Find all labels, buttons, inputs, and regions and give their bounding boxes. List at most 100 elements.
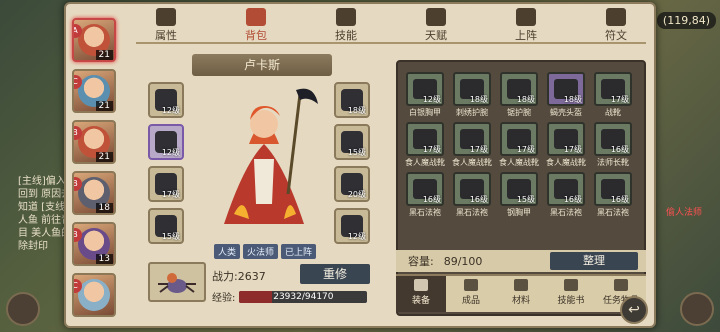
bag-item[interactable]: 16级 法师长靴 [592, 122, 634, 168]
item-name: 黑石法袍 [550, 208, 582, 217]
bag-item[interactable]: 16级 黑石法袍 [592, 172, 634, 218]
pet-slot[interactable] [148, 262, 206, 302]
item-icon: 17级 [547, 122, 585, 156]
equipment-slot[interactable]: 15级 [334, 124, 370, 160]
character-card[interactable]: C [72, 273, 116, 317]
organize-button[interactable]: 整理 [550, 252, 638, 270]
item-name: 食人魔战靴 [405, 158, 445, 167]
item-icon: 12级 [406, 72, 444, 106]
character-level: 21 [95, 50, 113, 60]
item-icon: 15级 [500, 172, 538, 206]
tab-label: 背包 [245, 29, 267, 42]
equipment-level: 17级 [161, 190, 180, 199]
bag-item[interactable]: 18级 刺绣护腕 [451, 72, 493, 118]
bag-item[interactable]: 18级 蝎壳头盔 [545, 72, 587, 118]
item-level: 17级 [610, 95, 629, 104]
item-level: 15级 [516, 195, 535, 204]
equipment-slot[interactable]: 12级 [334, 208, 370, 244]
bag-item[interactable]: 17级 食人魔战靴 [404, 122, 446, 168]
rebuild-button[interactable]: 重修 [300, 264, 370, 284]
bag-item[interactable]: 15级 钢胸甲 [498, 172, 540, 218]
equipment-slot[interactable]: 15级 [148, 208, 184, 244]
rune-icon [606, 8, 626, 26]
equipment-slot[interactable]: 18级 [334, 82, 370, 118]
bag-item[interactable]: 17级 食人魔战靴 [545, 122, 587, 168]
equipment-slot[interactable]: 12级 [148, 82, 184, 118]
item-level: 18级 [516, 95, 535, 104]
item-level: 17级 [469, 145, 488, 154]
item-name: 钢胸甲 [507, 208, 531, 217]
tab-label: 技能 [335, 29, 357, 42]
item-icon: 17级 [500, 122, 538, 156]
bag-tab[interactable]: 技能书 [546, 276, 596, 312]
character-card[interactable]: B 18 [72, 171, 116, 215]
tab-eye[interactable]: 天赋 [406, 8, 466, 42]
tab-label: 属性 [155, 29, 177, 42]
capacity-row: 容量: 89/100 整理 [396, 250, 646, 272]
hero-portrait [224, 88, 318, 224]
menu-icon[interactable] [6, 292, 40, 326]
bag-tab-label: 技能书 [557, 296, 585, 306]
tab-rune[interactable]: 符文 [586, 8, 646, 42]
item-level: 16级 [610, 195, 629, 204]
character-level: 21 [95, 101, 113, 111]
item-level: 16级 [563, 195, 582, 204]
hero-tags: 人类 火法师 已上阵 [214, 244, 317, 259]
equipment-level: 12级 [161, 148, 180, 157]
bag-item[interactable]: 17级 食人魔战靴 [451, 122, 493, 168]
tab-book[interactable]: 技能 [316, 8, 376, 42]
item-icon: 16级 [594, 172, 632, 206]
item-icon: 16级 [594, 122, 632, 156]
item-name: 蝎壳头盔 [550, 108, 582, 117]
equipment-level: 18级 [347, 106, 366, 115]
character-card[interactable]: B 21 [72, 120, 116, 164]
exp-label: 经验: [212, 293, 236, 304]
avatar [78, 279, 110, 311]
capacity-label: 容量: [408, 255, 434, 268]
equipment-slot[interactable]: 20级 [334, 166, 370, 202]
character-card[interactable]: A 21 [72, 18, 116, 62]
book-icon [336, 8, 356, 26]
character-card[interactable]: C 21 [72, 69, 116, 113]
tab-swords[interactable]: 上阵 [496, 8, 556, 42]
bag-item[interactable]: 16级 黑石法袍 [451, 172, 493, 218]
tab-label: 符文 [605, 29, 627, 42]
item-level: 12级 [422, 95, 441, 104]
bag-item[interactable]: 17级 食人魔战靴 [498, 122, 540, 168]
spider-icon [158, 273, 196, 293]
tab-label: 上阵 [515, 29, 537, 42]
exp-bar: 23932/94170 [239, 290, 368, 303]
item-name: 黑石法袍 [597, 208, 629, 217]
bag-item[interactable]: 12级 白银胸甲 [404, 72, 446, 118]
enemy-label: 偷人法师 [665, 208, 702, 218]
equipment-level: 20级 [347, 190, 366, 199]
close-button[interactable]: ↩ [620, 296, 648, 324]
tab-flame[interactable]: 属性 [136, 8, 196, 42]
bag-tab-label: 材料 [511, 296, 530, 306]
bag-item[interactable]: 17级 战靴 [592, 72, 634, 118]
equipment-slot[interactable]: 12级 [148, 124, 184, 160]
item-icon: 17级 [406, 122, 444, 156]
hero-power: 战力:2637 [212, 270, 266, 283]
hero-tag: 火法师 [243, 244, 279, 259]
category-icon [464, 279, 478, 291]
bag-item[interactable]: 16级 黑石法袍 [404, 172, 446, 218]
bag-tab[interactable]: 成品 [446, 276, 496, 312]
bag-tab-label: 成品 [461, 296, 480, 306]
bag-item[interactable]: 18级 锯护腕 [498, 72, 540, 118]
exp-text: 23932/94170 [273, 291, 334, 302]
bag-tab[interactable]: 材料 [496, 276, 546, 312]
map-icon[interactable] [680, 292, 714, 326]
bag-grid: 12级 白银胸甲 18级 刺绣护腕 18级 锯护腕 18级 蝎壳头盔 17级 战靴 17级… [404, 72, 642, 218]
item-icon: 16级 [453, 172, 491, 206]
coordinate-counter: (119,84) [656, 12, 716, 29]
tab-bag[interactable]: 背包 [226, 8, 286, 42]
tab-divider [136, 42, 646, 44]
equipment-slot[interactable]: 17级 [148, 166, 184, 202]
item-level: 18级 [563, 95, 582, 104]
bag-item[interactable]: 16级 黑石法袍 [545, 172, 587, 218]
character-card[interactable]: B 13 [72, 222, 116, 266]
equipment-level: 15级 [161, 232, 180, 241]
item-level: 17级 [422, 145, 441, 154]
bag-tab[interactable]: 装备 [396, 276, 446, 312]
